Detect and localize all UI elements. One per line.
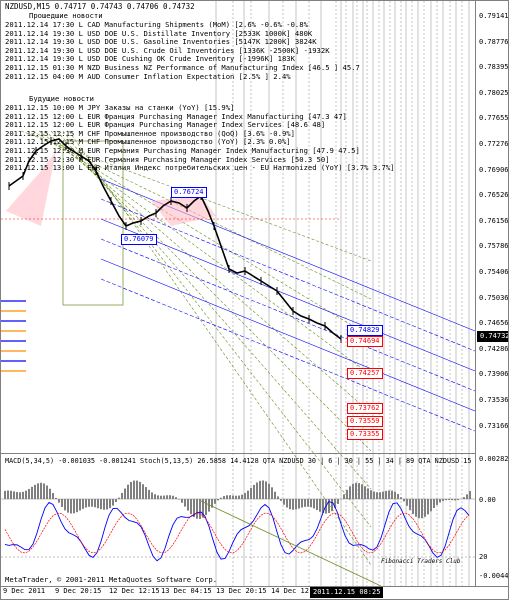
- level-label: 0.73559: [347, 416, 383, 427]
- window-separator: [1, 453, 475, 454]
- indicator-tick-zero: 0.00: [479, 496, 496, 504]
- indicator-tick-bottom: -0.004462: [479, 572, 509, 580]
- indicator-plots: [1, 480, 475, 587]
- level-label: 0.73762: [347, 403, 383, 414]
- price-tick: 0.77655: [479, 114, 509, 123]
- price-tick: 0.73166: [479, 421, 509, 430]
- time-axis-separator: [1, 586, 508, 587]
- price-tick: 0.76906: [479, 165, 509, 174]
- swing-low-label: 0.76079: [121, 234, 157, 245]
- time-tick: 9 Dec 20:15: [55, 587, 102, 595]
- price-tick: 0.74656: [479, 319, 509, 328]
- time-tick: 13 Dec 20:15: [216, 587, 267, 595]
- price-tick: 0.73536: [479, 396, 509, 404]
- price-tick: 0.79141: [479, 12, 509, 20]
- brand-text: Fibonacci Traders Club: [381, 558, 461, 565]
- price-tick: 0.77276: [479, 140, 509, 148]
- indicator-label: MACD(5,34,5) -0.001035 -0.001241 Stoch(5…: [5, 457, 472, 465]
- indicator-trendline: [200, 500, 382, 587]
- future-news-item: 2011.12.15 13:00 L EUR Италия Индекс пот…: [5, 163, 395, 173]
- swing-high-label: 0.76724: [171, 187, 207, 198]
- price-tick: 0.75786: [479, 242, 509, 251]
- level-label: 0.74257: [347, 368, 383, 379]
- time-tick: 9 Dec 2011: [3, 587, 46, 595]
- channel-line: [100, 258, 476, 412]
- price-chart[interactable]: [1, 1, 509, 600]
- level-label: 0.74829: [347, 325, 383, 336]
- channel-line: [100, 198, 476, 352]
- price-tick: 0.78776: [479, 37, 509, 46]
- level-label: 0.74694: [347, 336, 383, 347]
- channel-line: [100, 278, 476, 432]
- past-news-item: 2011.12.15 04:00 M AUD Consumer Inflatio…: [5, 71, 291, 81]
- price-tick: 0.76156: [479, 216, 509, 225]
- price-tick: 0.76526: [479, 191, 509, 200]
- time-tick: 13 Dec 04:15: [161, 587, 212, 595]
- price-tick: 0.75036: [479, 293, 509, 302]
- price-tick: 0.78395: [479, 63, 509, 72]
- time-cursor-label: 2011.12.15 08:25: [310, 587, 384, 598]
- level-label: 0.73355: [347, 429, 383, 440]
- indicator-tick-top: 0.002828: [479, 455, 509, 463]
- stoch-signal-line: [4, 512, 470, 554]
- price-tick: 0.73906: [479, 370, 509, 379]
- price-tick: 0.78025: [479, 88, 509, 97]
- copyright-text: MetaTrader, © 2001-2011 MetaQuotes Softw…: [5, 575, 218, 584]
- price-tick: 0.75406: [479, 268, 509, 276]
- time-tick: 12 Dec 12:15: [109, 587, 160, 595]
- axis-separator: [475, 1, 476, 586]
- horizontal-levels: [1, 218, 341, 372]
- chart-window[interactable]: NZDUSD,M15 0.74717 0.74743 0.74706 0.747…: [0, 0, 509, 600]
- indicator-tick-20: 20: [479, 553, 488, 561]
- fib-fan-line: [56, 130, 372, 490]
- channel-line: [100, 218, 476, 372]
- price-tick: 0.74286: [479, 344, 509, 353]
- current-price-marker: 0.74732: [477, 331, 508, 342]
